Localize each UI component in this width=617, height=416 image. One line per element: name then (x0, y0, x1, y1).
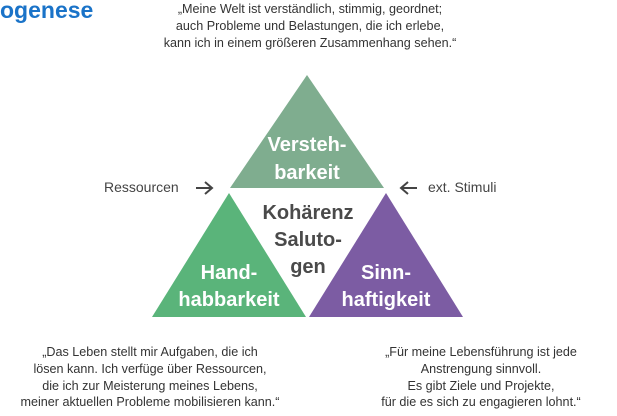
arrow-right-icon (196, 181, 214, 195)
quote-line: die ich zur Meisterung meines Lebens, (42, 378, 258, 393)
quote-line: „Das Leben stellt mir Aufgaben, die ich (42, 345, 258, 359)
arrow-left-icon (399, 181, 417, 195)
quote-line: „Für meine Lebensführung ist jede (385, 345, 577, 359)
triangle-label-left-2: habbarkeit (178, 289, 279, 311)
quote-handhabbarkeit: „Das Leben stellt mir Aufgaben, die ich … (0, 344, 300, 411)
quote-line: Anstrengung sinnvoll. (420, 361, 542, 376)
quote-line: meiner aktuellen Probleme mobilisieren k… (20, 395, 280, 410)
center-label-3: gen (290, 256, 326, 278)
triangle-label-top-2: barkeit (274, 162, 340, 184)
quote-line: für die es sich zu engagieren lohnt.“ (381, 395, 581, 410)
quote-line: Es gibt Ziele und Projekte, (407, 378, 555, 393)
triangle-label-left-1: Hand- (201, 262, 258, 284)
triangle-label-right-1: Sinn- (361, 262, 411, 284)
center-label-2: Saluto- (274, 229, 342, 251)
input-label-ext-stimuli: ext. Stimuli (428, 179, 496, 195)
input-label-ressourcen: Ressourcen (104, 179, 179, 195)
quote-sinnhaftigkeit: „Für meine Lebensführung ist jede Anstre… (335, 344, 617, 411)
triangle-label-right-2: haftigkeit (342, 289, 431, 311)
center-label-1: Kohärenz (262, 202, 353, 224)
triangle-label-top-1: Versteh- (268, 134, 347, 156)
quote-line: lösen kann. Ich verfüge über Ressourcen, (33, 361, 267, 376)
